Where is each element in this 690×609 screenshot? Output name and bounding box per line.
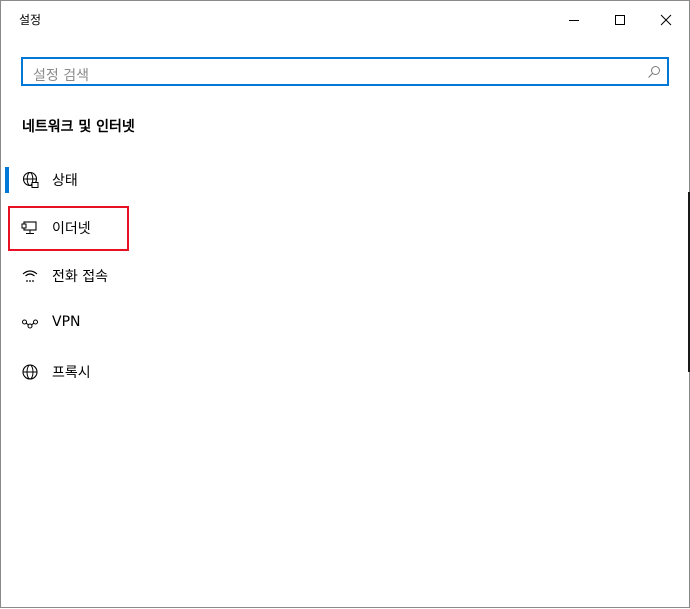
minimize-icon bbox=[569, 19, 579, 21]
page-title: 네트워크 및 인터넷 bbox=[22, 119, 135, 135]
annotation-highlight-box bbox=[8, 206, 129, 251]
close-icon bbox=[660, 14, 672, 25]
search-icon[interactable] bbox=[647, 65, 661, 79]
sidebar-item-vpn[interactable]: VPN bbox=[1, 300, 689, 348]
dial-up-icon bbox=[22, 270, 38, 282]
globe-network-icon bbox=[22, 171, 39, 188]
vpn-icon bbox=[22, 319, 38, 329]
sidebar-item-label: VPN bbox=[52, 314, 81, 330]
search-placeholder: 설정 검색 bbox=[33, 68, 89, 84]
window-title: 설정 bbox=[19, 13, 42, 27]
sidebar-item-dial-up[interactable]: 전화 접속 bbox=[1, 252, 689, 300]
maximize-icon bbox=[615, 14, 625, 25]
search-input[interactable]: 설정 검색 bbox=[21, 57, 669, 86]
sidebar-item-label: 프록시 bbox=[52, 365, 91, 381]
sidebar-item-proxy[interactable]: 프록시 bbox=[1, 348, 689, 396]
sidebar-item-label: 상태 bbox=[52, 173, 78, 189]
minimize-button[interactable] bbox=[551, 1, 597, 38]
maximize-button[interactable] bbox=[597, 1, 643, 38]
title-bar: 설정 bbox=[1, 1, 689, 38]
sidebar-item-label: 전화 접속 bbox=[52, 269, 108, 285]
globe-icon bbox=[22, 364, 38, 380]
close-button[interactable] bbox=[643, 1, 689, 38]
active-indicator bbox=[5, 167, 9, 193]
sidebar-item-status[interactable]: 상태 bbox=[1, 156, 689, 204]
settings-window: 설정 설정 검색 네트워크 및 인터넷 상태 이더넷 전화 접속 VPN 프록시 bbox=[0, 0, 690, 608]
